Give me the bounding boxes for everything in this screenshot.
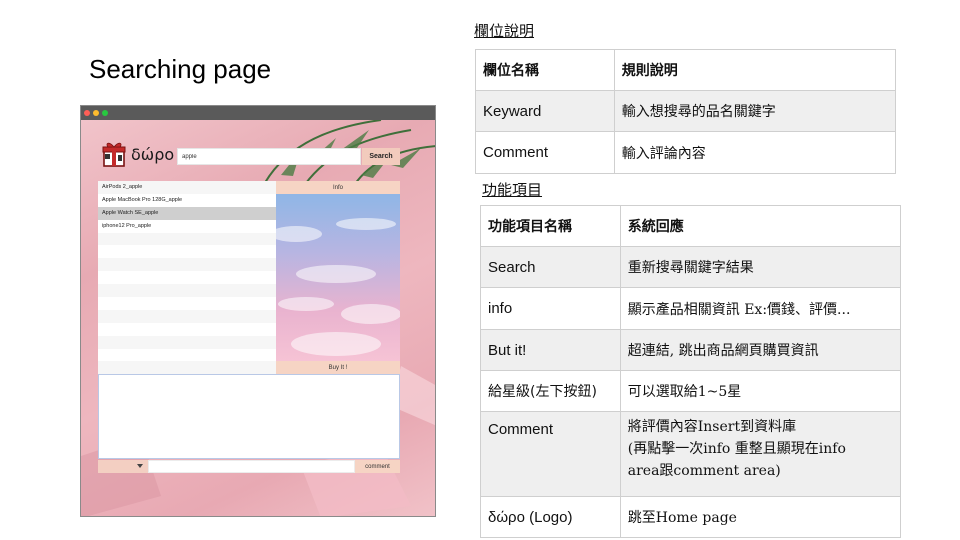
window-titlebar xyxy=(81,106,435,120)
functions-header-response: 系統回應 xyxy=(619,205,902,247)
result-list-item[interactable]: Apple MacBook Pro 128G_apple xyxy=(98,193,276,207)
result-list-item[interactable] xyxy=(98,348,276,362)
cloud-sky-decoration xyxy=(276,218,400,356)
result-list-item[interactable] xyxy=(98,322,276,336)
star-rating-select[interactable] xyxy=(98,460,148,473)
result-list-item[interactable]: iphone12 Pro_apple xyxy=(98,219,276,233)
dwro-logo[interactable]: δώρο xyxy=(100,140,180,168)
functions-row-desc: 將評價內容Insert到資料庫 (再點擊一次info 重整且顯現在info ar… xyxy=(619,411,902,497)
functions-section-label: 功能項目 xyxy=(482,181,543,199)
functions-row-desc: 重新搜尋關鍵字結果 xyxy=(619,246,902,288)
maximize-window-icon[interactable] xyxy=(102,110,108,116)
functions-row-name: Comment xyxy=(480,411,621,497)
result-list-item[interactable] xyxy=(98,361,276,374)
fields-row-desc: 輸入評論內容 xyxy=(613,131,897,174)
result-list-item[interactable] xyxy=(98,297,276,310)
search-input[interactable] xyxy=(177,148,361,165)
search-results-list: AirPods 2_apple Apple MacBook Pro 128G_ap… xyxy=(98,181,276,374)
functions-table: 功能項目名稱 系統回應 Search 重新搜尋關鍵字結果 info 顯示產品相關… xyxy=(480,205,902,538)
fields-section-label: 欄位說明 xyxy=(474,22,535,40)
comment-button[interactable]: comment xyxy=(355,460,400,473)
functions-row-desc: 跳至Home page xyxy=(619,496,902,538)
desc-line: 將評價內容Insert到資料庫 xyxy=(627,419,797,435)
comment-area[interactable] xyxy=(98,374,400,459)
result-list-item[interactable]: Apple Watch SE_apple xyxy=(98,206,276,220)
logo-text: δώρο xyxy=(131,144,175,164)
minimize-window-icon[interactable] xyxy=(93,110,99,116)
functions-row-name: 給星級(左下按鈕) xyxy=(480,370,621,412)
info-button[interactable]: Info xyxy=(276,181,400,194)
functions-row-name: info xyxy=(480,287,621,330)
fields-header-name: 欄位名稱 xyxy=(475,49,615,91)
result-list-item[interactable] xyxy=(98,258,276,272)
chevron-down-icon xyxy=(137,464,143,468)
functions-row-name: Search xyxy=(480,246,621,288)
result-list-item[interactable] xyxy=(98,335,276,349)
info-product-image xyxy=(276,194,400,361)
fields-row-name: Comment xyxy=(475,131,615,174)
close-window-icon[interactable] xyxy=(84,110,90,116)
fields-header-rule: 規則說明 xyxy=(613,49,897,91)
fields-row-desc: 輸入想搜尋的品名關鍵字 xyxy=(613,90,897,132)
functions-row-desc: 超連結, 跳出商品網頁購買資訊 xyxy=(619,329,902,371)
result-list-item[interactable] xyxy=(98,309,276,323)
result-list-item[interactable]: AirPods 2_apple xyxy=(98,181,276,194)
functions-row-desc: 可以選取給1~5星 xyxy=(619,370,902,412)
functions-row-name: δώρο (Logo) xyxy=(480,496,621,538)
app-window-mockup: δώρο Search AirPods 2_appleApple MacBook… xyxy=(80,105,436,517)
fields-table: 欄位名稱 規則說明 Keyward 輸入想搜尋的品名關鍵字 Comment 輸入… xyxy=(475,49,897,174)
result-list-item[interactable] xyxy=(98,271,276,285)
result-list-item[interactable] xyxy=(98,245,276,259)
result-list-item[interactable] xyxy=(98,232,276,246)
page-title: Searching page xyxy=(89,54,272,84)
functions-row-name: But it! xyxy=(480,329,621,371)
functions-header-name: 功能項目名稱 xyxy=(480,205,621,247)
comment-input[interactable] xyxy=(148,460,355,473)
gift-box-icon xyxy=(102,142,126,167)
buy-it-button[interactable]: Buy It ! xyxy=(276,361,400,374)
search-button[interactable]: Search xyxy=(362,148,400,165)
desc-line: (再點擊一次info 重整且顯現在info xyxy=(627,441,846,457)
result-list-item[interactable] xyxy=(98,284,276,298)
fields-row-name: Keyward xyxy=(475,90,615,132)
desc-line: area跟comment area) xyxy=(627,463,781,479)
functions-row-desc: 顯示產品相關資訊 Ex:價錢、評價... xyxy=(619,287,902,330)
